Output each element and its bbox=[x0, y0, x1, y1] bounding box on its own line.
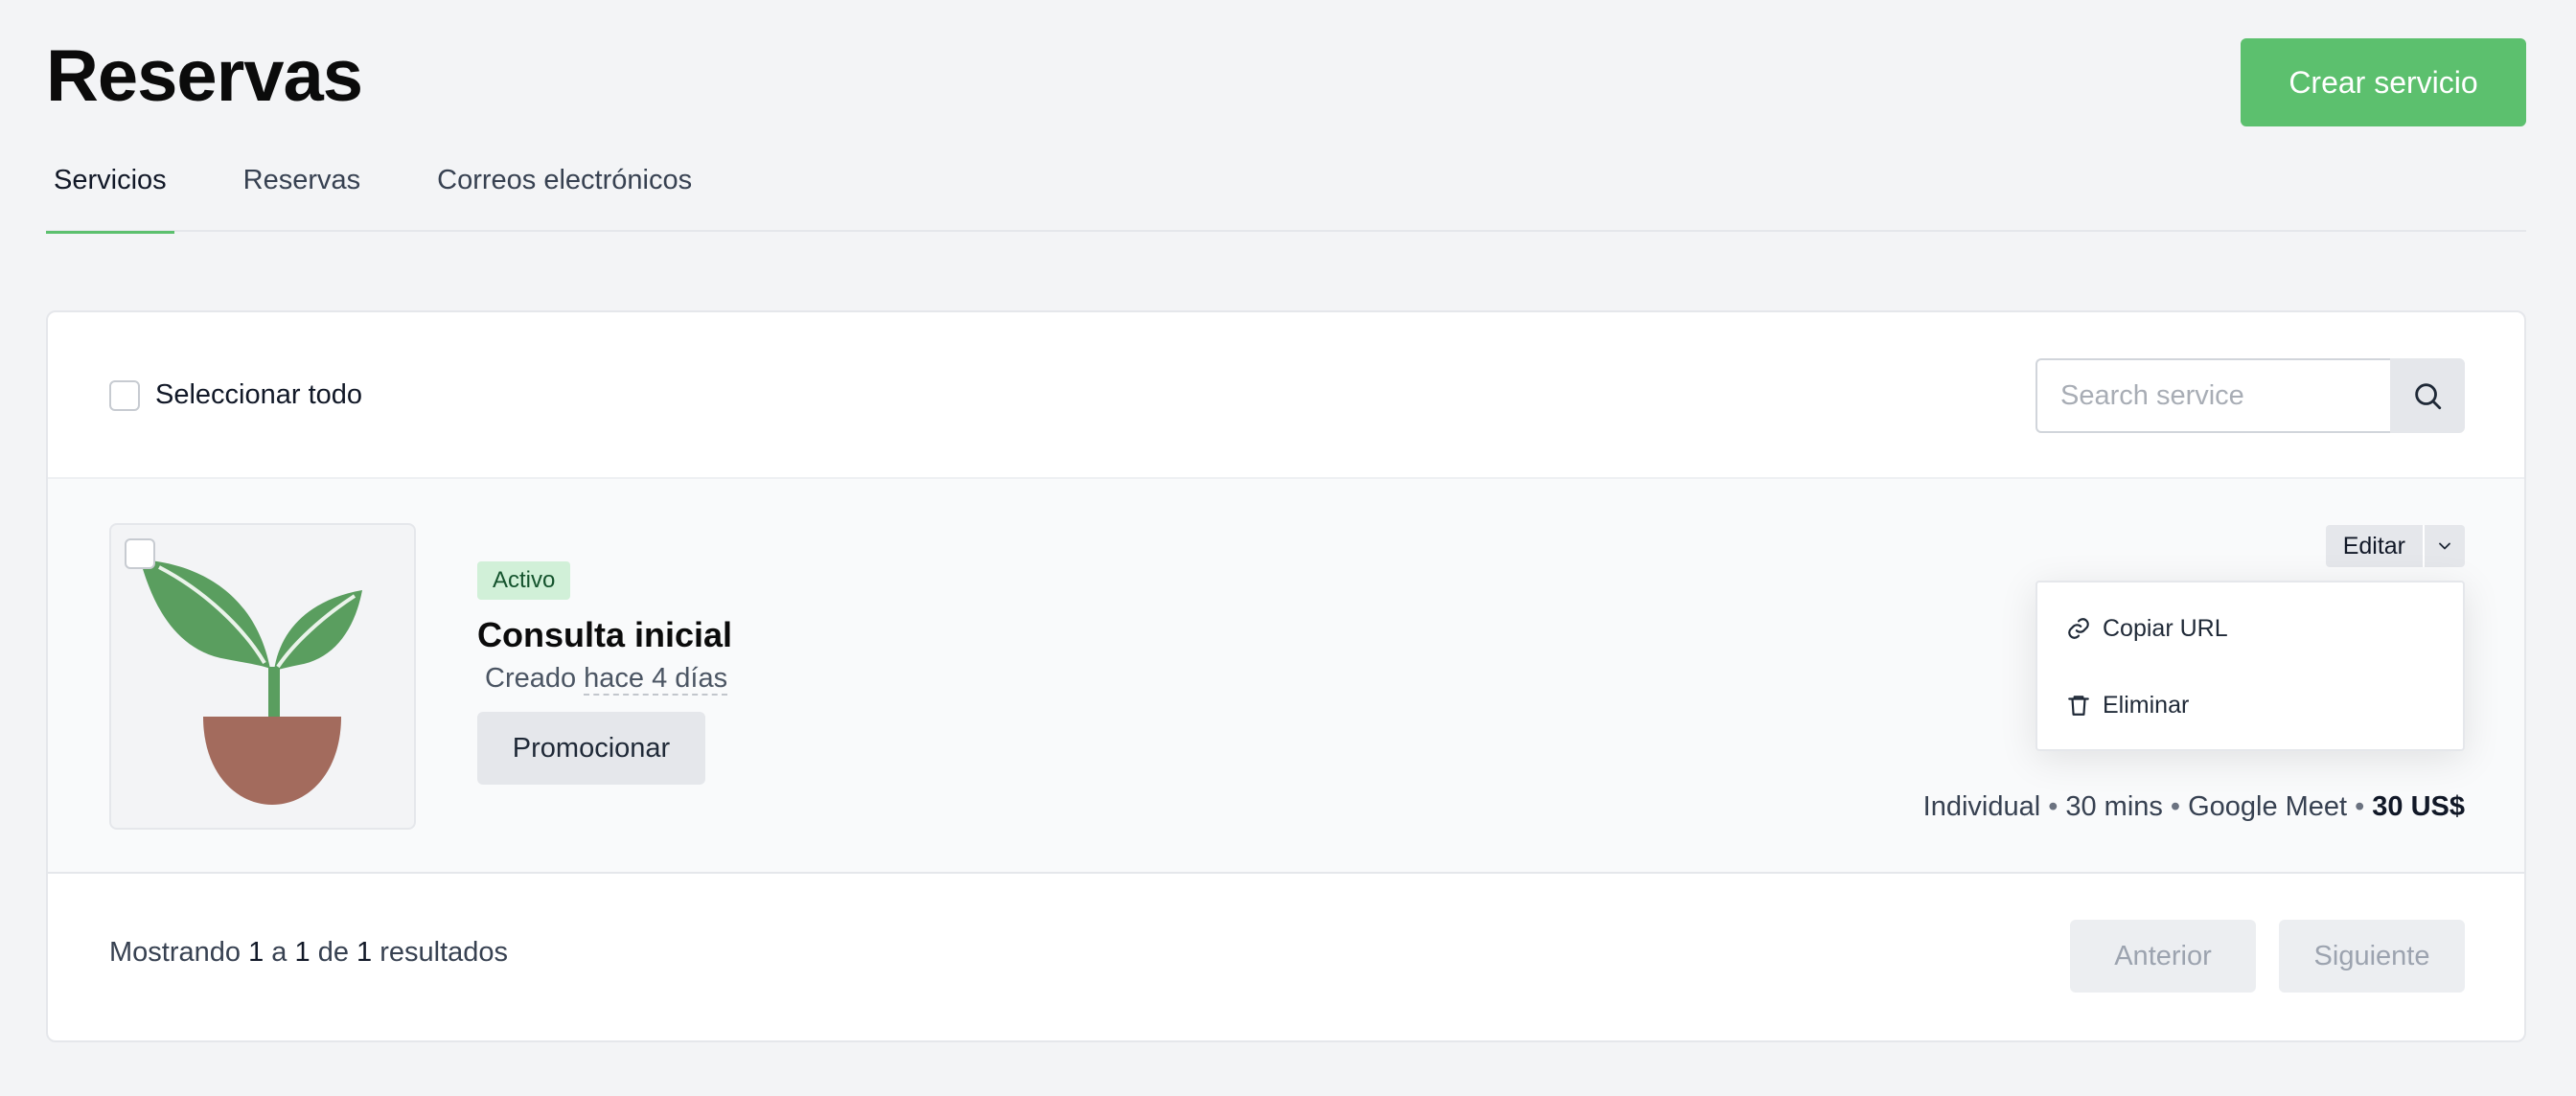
select-all-label: Seleccionar todo bbox=[155, 379, 363, 410]
service-duration: 30 mins bbox=[2065, 791, 2163, 822]
promote-button[interactable]: Promocionar bbox=[477, 712, 705, 785]
service-location: Google Meet bbox=[2188, 791, 2348, 822]
separator: • bbox=[2355, 791, 2365, 822]
services-card: Seleccionar todo Activ bbox=[46, 310, 2526, 1042]
results-total: 1 bbox=[356, 937, 373, 968]
created-relative-time: hace 4 días bbox=[584, 663, 728, 696]
pager: Anterior Siguiente bbox=[2070, 920, 2465, 993]
tab-servicios[interactable]: Servicios bbox=[46, 146, 174, 234]
service-info: Activo Consulta inicial Creado hace 4 día… bbox=[477, 561, 732, 785]
create-service-button[interactable]: Crear servicio bbox=[2241, 38, 2526, 126]
select-all[interactable]: Seleccionar todo bbox=[109, 379, 362, 411]
results-word: resultados bbox=[380, 937, 509, 968]
separator: • bbox=[2170, 791, 2181, 822]
edit-split-button: Editar bbox=[2325, 525, 2465, 567]
menu-item-label: Eliminar bbox=[2103, 691, 2190, 719]
search-icon bbox=[2415, 383, 2442, 410]
menu-item-label: Copiar URL bbox=[2103, 614, 2228, 642]
service-meta: Individual • 30 mins • Google Meet • 30 US$ bbox=[1923, 791, 2465, 823]
next-page-button[interactable]: Siguiente bbox=[2279, 920, 2465, 993]
pagination-footer: Mostrando 1 a 1 de 1 resultados Anterior… bbox=[48, 874, 2524, 1040]
select-all-checkbox[interactable] bbox=[109, 379, 140, 411]
tab-bar: Servicios Reservas Correos electrónicos bbox=[46, 146, 2526, 234]
tab-correos[interactable]: Correos electrónicos bbox=[429, 146, 700, 232]
created-prefix: Creado bbox=[485, 663, 577, 694]
service-row: Activo Consulta inicial Creado hace 4 día… bbox=[48, 477, 2524, 874]
created-text: Creado hace 4 días bbox=[485, 663, 732, 696]
plant-illustration bbox=[140, 559, 362, 805]
separator: • bbox=[2048, 791, 2058, 822]
search-input[interactable] bbox=[2036, 358, 2390, 433]
tab-reservas[interactable]: Reservas bbox=[236, 146, 369, 232]
search-button[interactable] bbox=[2390, 358, 2465, 433]
menu-item-delete[interactable]: Eliminar bbox=[2037, 667, 2463, 743]
results-to-word: a bbox=[271, 937, 288, 968]
menu-item-copy-url[interactable]: Copiar URL bbox=[2037, 590, 2463, 667]
results-showing: Mostrando bbox=[109, 937, 242, 968]
page-title: Reservas bbox=[46, 35, 363, 117]
card-header: Seleccionar todo bbox=[48, 312, 2524, 477]
results-to: 1 bbox=[294, 937, 310, 968]
results-summary: Mostrando 1 a 1 de 1 resultados bbox=[109, 937, 508, 969]
service-thumbnail bbox=[109, 523, 416, 830]
service-price: 30 US$ bbox=[2372, 791, 2465, 822]
chevron-down-icon bbox=[2439, 542, 2450, 550]
previous-page-button[interactable]: Anterior bbox=[2070, 920, 2256, 993]
status-badge: Activo bbox=[477, 561, 571, 600]
trash-icon bbox=[2068, 696, 2089, 716]
search-group bbox=[2036, 358, 2465, 433]
more-actions-button[interactable] bbox=[2423, 525, 2465, 567]
service-type: Individual bbox=[1922, 791, 2041, 822]
service-checkbox[interactable] bbox=[125, 538, 155, 569]
results-from: 1 bbox=[248, 937, 264, 968]
actions-menu: Copiar URL Eliminar bbox=[2036, 581, 2465, 751]
edit-button[interactable]: Editar bbox=[2325, 525, 2423, 567]
service-title[interactable]: Consulta inicial bbox=[477, 615, 732, 655]
link-icon bbox=[2068, 618, 2089, 639]
results-of-word: de bbox=[317, 937, 349, 968]
